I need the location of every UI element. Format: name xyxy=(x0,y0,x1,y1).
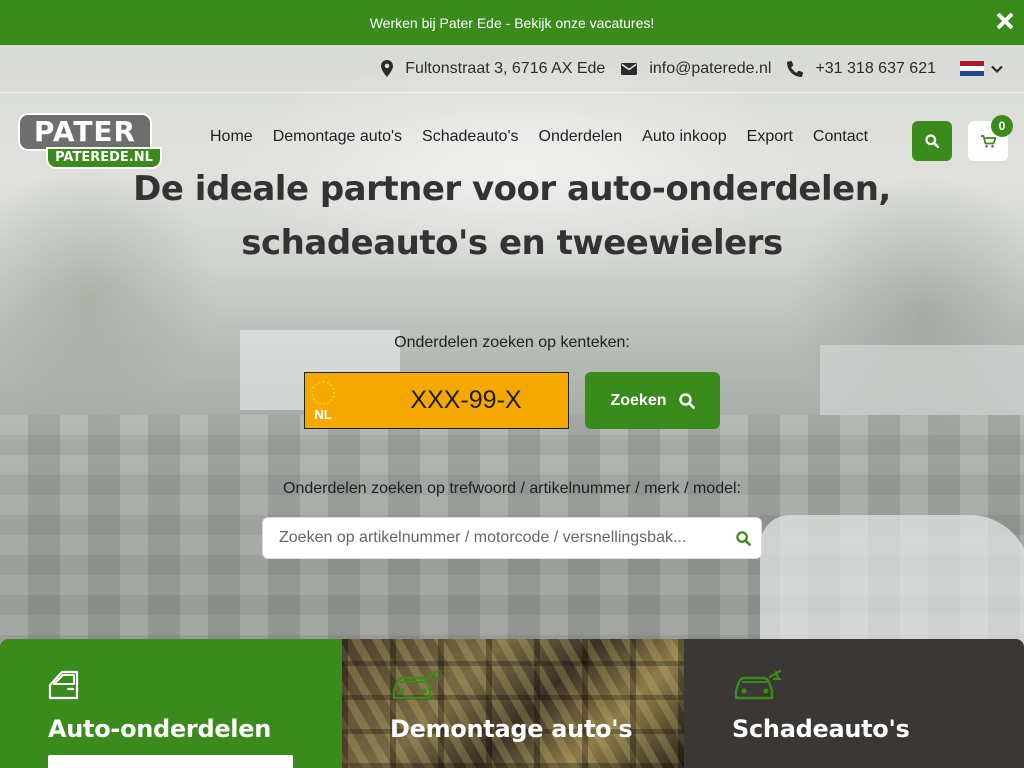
address-text[interactable]: Fultonstraat 3, 6716 AX Ede xyxy=(405,60,605,78)
keyword-search-label: Onderdelen zoeken op trefwoord / artikel… xyxy=(283,480,741,497)
email-link[interactable]: info@paterede.nl xyxy=(649,60,771,78)
tile-demontage-autos[interactable]: Demontage auto's xyxy=(342,639,684,768)
tile-auto-onderdelen[interactable]: Auto-onderdelen xyxy=(0,639,342,768)
nav-schadeautos[interactable]: Schadeauto's xyxy=(422,128,518,146)
logo[interactable]: PATER PATEREDE.NL xyxy=(18,113,163,169)
logo-top-text: PATER xyxy=(18,113,152,151)
contact-bar: Fultonstraat 3, 6716 AX Ede info@patered… xyxy=(0,45,1024,93)
license-plate-input[interactable] xyxy=(305,373,627,428)
main-nav: Home Demontage auto's Schadeauto's Onder… xyxy=(200,128,878,146)
plate-search-label: Onderdelen zoeken op kenteken: xyxy=(394,334,630,351)
language-flag-nl[interactable] xyxy=(960,60,984,77)
map-marker-icon xyxy=(381,60,394,77)
license-plate-field[interactable]: NL xyxy=(304,372,627,429)
email-item[interactable]: info@paterede.nl xyxy=(621,60,771,78)
phone-item[interactable]: +31 318 637 621 xyxy=(787,60,936,78)
plate-search-button[interactable]: Zoeken xyxy=(585,372,720,429)
announcement-bar[interactable]: Werken bij Pater Ede - Bekijk onze vacat… xyxy=(0,0,1024,45)
eu-stars-icon xyxy=(311,381,335,405)
tile-title: Schadeauto's xyxy=(732,715,910,743)
chevron-down-icon[interactable] xyxy=(990,62,1004,76)
car-door-icon xyxy=(48,670,79,700)
damaged-car-icon xyxy=(392,669,440,700)
page-title: De ideale partner voor auto-onderdelen, … xyxy=(0,162,1024,270)
plate-country: NL xyxy=(314,407,332,422)
title-line-1: De ideale partner voor auto-onderdelen, xyxy=(133,169,891,209)
nav-contact[interactable]: Contact xyxy=(813,128,868,146)
address-item[interactable]: Fultonstraat 3, 6716 AX Ede xyxy=(381,60,605,78)
title-line-2: schadeauto's en tweewielers xyxy=(241,223,783,263)
announcement-text[interactable]: Werken bij Pater Ede - Bekijk onze vacat… xyxy=(370,15,655,31)
search-icon xyxy=(678,392,695,409)
phone-icon xyxy=(787,60,804,77)
tile-title: Auto-onderdelen xyxy=(48,715,271,743)
phone-link[interactable]: +31 318 637 621 xyxy=(815,60,936,78)
nav-search-button[interactable] xyxy=(912,121,952,161)
tile-select[interactable] xyxy=(48,755,293,768)
nav-demontage-autos[interactable]: Demontage auto's xyxy=(273,128,402,146)
search-button-label: Zoeken xyxy=(610,391,667,409)
tile-schadeautos[interactable]: Schadeauto's xyxy=(684,639,1024,768)
cart-count-badge: 0 xyxy=(991,115,1013,137)
nav-home[interactable]: Home xyxy=(210,128,253,146)
shopping-cart-icon xyxy=(980,134,996,148)
search-icon[interactable] xyxy=(725,530,761,546)
nav-onderdelen[interactable]: Onderdelen xyxy=(539,128,623,146)
close-icon[interactable] xyxy=(994,10,1016,32)
envelope-icon xyxy=(621,62,638,75)
keyword-search-box[interactable] xyxy=(262,517,762,559)
tile-title: Demontage auto's xyxy=(390,715,633,743)
keyword-search-input[interactable] xyxy=(263,529,725,547)
search-icon xyxy=(925,134,939,148)
category-tiles: Auto-onderdelen Demontage auto's Schadea… xyxy=(0,639,1024,768)
nav-export[interactable]: Export xyxy=(747,128,793,146)
damaged-car-icon xyxy=(734,669,782,700)
nav-auto-inkoop[interactable]: Auto inkoop xyxy=(642,128,727,146)
